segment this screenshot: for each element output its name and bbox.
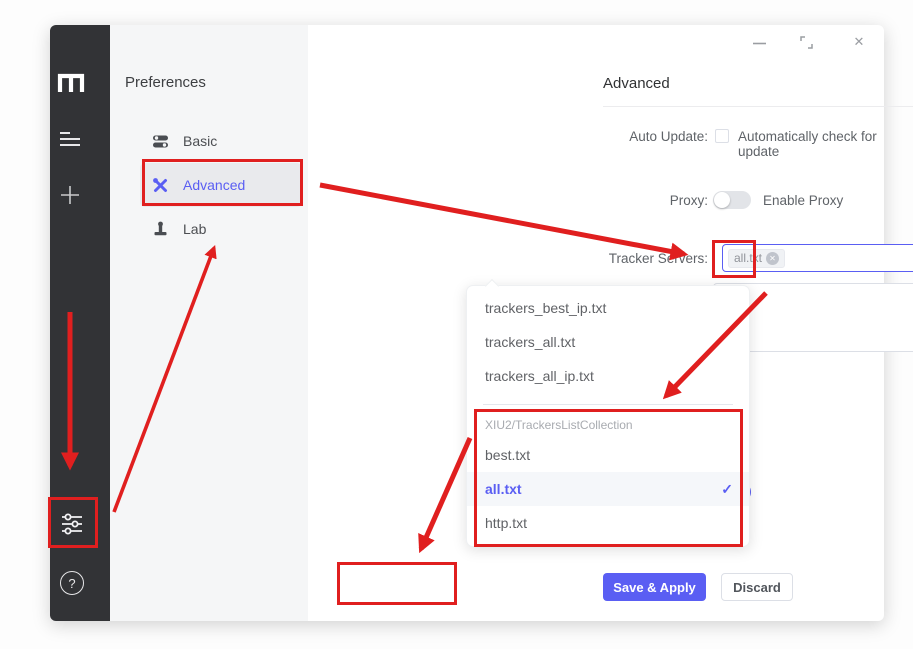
dropdown-option[interactable]: trackers_all.txt bbox=[467, 325, 749, 359]
tracker-servers-select[interactable]: all.txt ✕ bbox=[722, 244, 913, 272]
nav-item-basic[interactable]: Basic bbox=[140, 119, 302, 163]
nav-item-label: Lab bbox=[183, 221, 207, 237]
motrix-logo-icon bbox=[56, 71, 86, 95]
nav-item-advanced[interactable]: Advanced bbox=[140, 163, 302, 207]
nav-item-label: Basic bbox=[183, 133, 218, 149]
add-task-icon[interactable] bbox=[60, 184, 80, 206]
nav-item-label: Advanced bbox=[183, 177, 246, 193]
discard-button[interactable]: Discard bbox=[721, 573, 793, 601]
toggle-knob bbox=[714, 192, 730, 208]
nav-item-lab[interactable]: Lab bbox=[140, 207, 302, 251]
dropdown-group-label: XIU2/TrackersListCollection bbox=[485, 418, 633, 432]
task-list-icon[interactable] bbox=[58, 128, 82, 150]
tracker-dropdown: trackers_best_ip.txt trackers_all.txt tr… bbox=[466, 278, 750, 547]
heading-divider bbox=[603, 106, 913, 107]
preferences-button[interactable] bbox=[58, 510, 86, 538]
auto-update-label: Auto Update: bbox=[629, 129, 708, 144]
auto-update-checkbox[interactable] bbox=[715, 129, 729, 143]
tools-icon bbox=[152, 177, 169, 194]
tag-close-icon[interactable]: ✕ bbox=[766, 251, 780, 265]
maximize-button[interactable] bbox=[797, 33, 815, 51]
page-heading: Advanced bbox=[603, 75, 670, 92]
check-icon: ✓ bbox=[721, 481, 733, 497]
proxy-label: Proxy: bbox=[669, 193, 708, 208]
dropdown-option[interactable]: trackers_best_ip.txt bbox=[467, 291, 749, 325]
dropdown-option[interactable]: http.txt bbox=[467, 506, 749, 540]
selected-option-label: all.txt bbox=[485, 481, 522, 497]
dropdown-divider bbox=[483, 404, 733, 405]
question-mark-icon: ? bbox=[60, 571, 84, 595]
minimize-button[interactable] bbox=[750, 34, 768, 52]
dropdown-option[interactable]: best.txt bbox=[467, 438, 749, 472]
proxy-toggle[interactable] bbox=[713, 191, 751, 209]
proxy-option-label: Enable Proxy bbox=[763, 193, 844, 208]
app-sidebar: ? bbox=[50, 25, 110, 621]
close-button[interactable]: ✕ bbox=[850, 33, 868, 51]
help-button[interactable]: ? bbox=[58, 569, 86, 597]
tracker-servers-label: Tracker Servers: bbox=[608, 251, 708, 266]
lab-stamp-icon bbox=[152, 221, 169, 238]
screenshot-stage: ? Preferences Basic Advanced Lab ✕ Advan… bbox=[0, 0, 913, 649]
auto-update-option-label: Automatically check for update bbox=[738, 129, 877, 159]
tag-label: all.txt bbox=[734, 251, 763, 265]
toggles-icon bbox=[152, 133, 169, 150]
preferences-nav-panel: Preferences Basic Advanced Lab bbox=[110, 25, 308, 621]
dropdown-option-selected[interactable]: all.txt ✓ bbox=[467, 472, 749, 506]
save-apply-button[interactable]: Save & Apply bbox=[603, 573, 706, 601]
dropdown-option[interactable]: trackers_all_ip.txt bbox=[467, 359, 749, 393]
preferences-title: Preferences bbox=[125, 74, 206, 91]
selected-tracker-tag: all.txt ✕ bbox=[728, 248, 786, 268]
